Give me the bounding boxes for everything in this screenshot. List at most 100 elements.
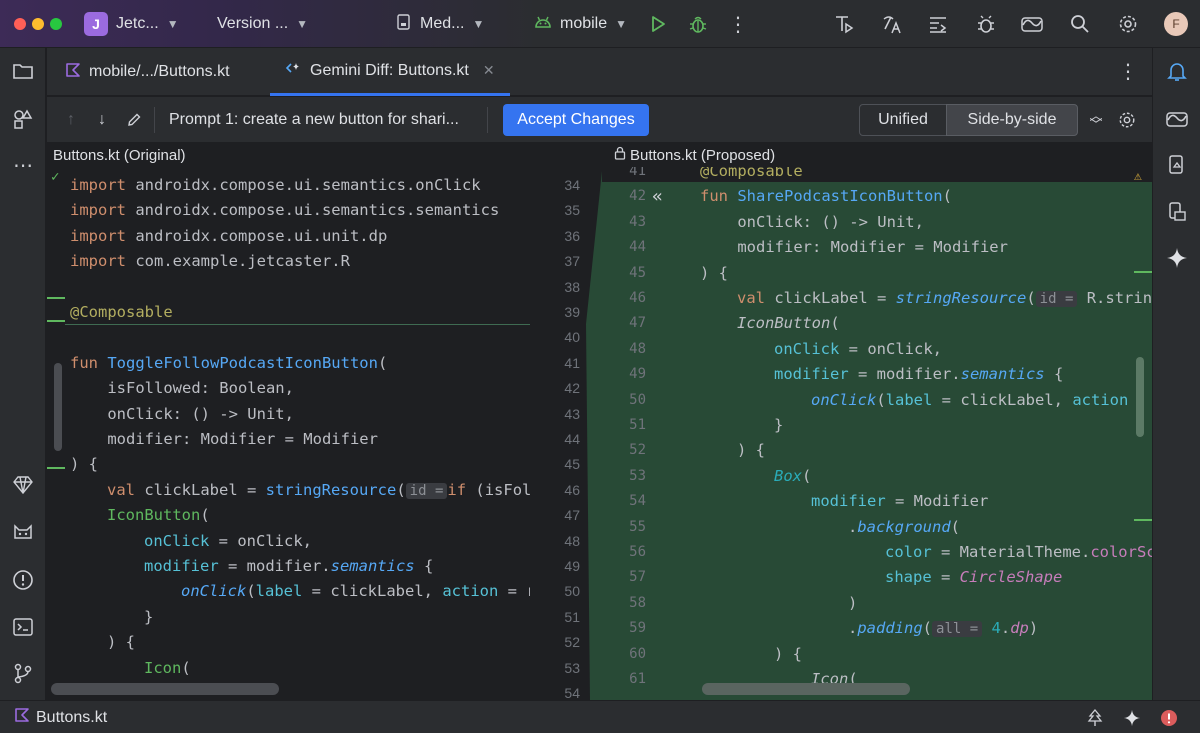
code-line: .background(	[848, 517, 961, 536]
device-mirroring-icon[interactable]	[1020, 12, 1044, 36]
code-line: ) {	[70, 455, 98, 474]
zoom-window-button[interactable]	[50, 18, 62, 30]
kotlin-file-icon	[14, 707, 30, 728]
original-code-editor[interactable]: ✓ import androidx.compose.ui.semantics.o…	[47, 167, 530, 700]
error-indicator-icon[interactable]	[1157, 706, 1181, 730]
translate-icon[interactable]	[880, 12, 904, 36]
line-number: 57	[629, 569, 646, 586]
run-config-icon	[396, 13, 412, 35]
proposed-code-editor[interactable]: 41 42 43 44 45 46 47 48 49 50 51 52 53 5…	[602, 167, 1152, 700]
running-devices-icon[interactable]	[1164, 106, 1190, 132]
line-number: 38	[564, 278, 580, 295]
change-marker	[1134, 519, 1152, 521]
right-tool-strip	[1152, 48, 1200, 700]
warning-icon[interactable]: ⚠	[1134, 169, 1142, 184]
gemini-agent-icon[interactable]	[10, 520, 36, 546]
gemini-diff-icon	[284, 60, 302, 81]
debug-icon[interactable]	[686, 12, 710, 36]
horizontal-scrollbar[interactable]	[51, 683, 279, 695]
pencil-icon[interactable]	[122, 108, 146, 132]
line-number: 44	[564, 431, 580, 447]
lock-icon	[614, 146, 626, 164]
code-line: modifier = modifier.semantics {	[144, 557, 434, 575]
run-config-selector[interactable]: Med... ▼	[396, 0, 484, 48]
project-selector[interactable]: J Jetc... ▼	[84, 0, 179, 48]
more-vertical-icon[interactable]: ⋮	[1116, 59, 1140, 83]
line-number: 47	[629, 315, 646, 332]
arrow-up-icon[interactable]: ↑	[59, 108, 83, 132]
line-number: 42	[564, 380, 580, 397]
settings-icon[interactable]	[1115, 108, 1139, 132]
gemini-sparkle-icon[interactable]	[1164, 245, 1190, 271]
tab-gemini-diff[interactable]: Gemini Diff: Buttons.kt ✕	[270, 48, 510, 96]
proposed-panel-title: Buttons.kt (Proposed)	[614, 143, 775, 167]
terminal-icon[interactable]	[10, 614, 36, 640]
kotlin-file-icon	[65, 62, 81, 83]
minimize-window-button[interactable]	[32, 18, 44, 30]
gemini-sparkle-icon[interactable]	[1120, 706, 1144, 730]
line-number: 59	[629, 620, 646, 637]
project-name: Jetc...	[116, 15, 159, 32]
side-by-side-mode-button[interactable]: Side-by-side	[946, 104, 1078, 136]
code-line: Icon(	[144, 658, 191, 677]
vertical-scrollbar[interactable]	[1136, 357, 1144, 437]
avatar[interactable]: F	[1164, 12, 1188, 36]
problems-icon[interactable]	[10, 567, 36, 593]
close-icon[interactable]: ✕	[483, 62, 495, 79]
device-manager-icon[interactable]	[1164, 152, 1190, 178]
line-number: 53	[629, 467, 646, 484]
device-selector[interactable]: mobile ▼	[534, 0, 627, 48]
code-line: @Composable	[70, 303, 173, 321]
folder-icon[interactable]	[10, 58, 36, 84]
line-number: 50	[629, 391, 646, 408]
vertical-scrollbar[interactable]	[54, 363, 62, 451]
git-branch-icon[interactable]	[10, 660, 36, 686]
close-window-button[interactable]	[14, 18, 26, 30]
line-number: 43	[629, 213, 646, 230]
unchanged-region	[602, 167, 1152, 182]
chevron-down-icon: ▼	[615, 17, 628, 31]
settings-icon[interactable]	[1116, 12, 1140, 36]
code-line: onClick(label = clickLabel, action = r	[181, 582, 530, 601]
line-number-gutter: 34 35 36 37 38 39 40 41 42 43 44 45 46 4…	[530, 167, 602, 700]
accept-changes-button[interactable]: Accept Changes	[503, 104, 649, 136]
toolbar-divider	[487, 107, 488, 133]
line-number: 35	[564, 202, 580, 219]
unified-mode-button[interactable]: Unified	[859, 104, 947, 136]
tab-buttons-kt[interactable]: mobile/.../Buttons.kt	[51, 48, 244, 96]
more-horizontal-icon[interactable]: ⋯	[10, 152, 36, 178]
horizontal-scrollbar[interactable]	[702, 683, 910, 695]
device-explorer-icon[interactable]	[1164, 199, 1190, 225]
code-line: isFollowed: Boolean,	[70, 379, 294, 398]
collapse-unchanged-icon[interactable]: ︿ ﹀	[1084, 108, 1108, 132]
status-file-name: Buttons.kt	[36, 708, 108, 726]
layout-inspector-icon[interactable]	[926, 12, 950, 36]
arrow-down-icon[interactable]: ↓	[90, 108, 114, 132]
code-line: onClick: () -> Unit,	[700, 212, 924, 231]
code-line: modifier = modifier.semantics {	[774, 365, 1064, 384]
tree-icon[interactable]	[1083, 706, 1107, 730]
revert-chunk-icon[interactable]: «	[652, 184, 663, 209]
code-line: )	[848, 593, 858, 612]
search-icon[interactable]	[1068, 12, 1092, 36]
code-line: fun ToggleFollowPodcastIconButton(	[70, 353, 388, 372]
line-number: 54	[629, 493, 646, 510]
run-icon[interactable]	[646, 12, 670, 36]
original-panel-title: Buttons.kt (Original)	[53, 146, 186, 164]
resource-manager-icon[interactable]	[10, 106, 36, 132]
code-line: import com.example.jetcaster.R	[70, 252, 350, 271]
status-bar: Buttons.kt	[0, 700, 1200, 733]
sync-project-icon[interactable]	[832, 12, 856, 36]
line-number: 43	[564, 405, 580, 422]
vcs-selector[interactable]: Version ... ▼	[217, 0, 308, 48]
code-line: IconButton(	[737, 314, 840, 333]
diff-connector-shape	[586, 171, 602, 700]
code-line: }	[144, 607, 154, 626]
notifications-icon[interactable]	[1164, 58, 1190, 84]
app-inspection-icon[interactable]	[974, 12, 998, 36]
more-vertical-icon[interactable]: ⋮	[726, 12, 750, 36]
change-marker	[47, 297, 65, 299]
line-number: 40	[564, 329, 580, 346]
gem-icon[interactable]	[10, 472, 36, 498]
status-breadcrumb[interactable]: Buttons.kt	[14, 701, 107, 733]
